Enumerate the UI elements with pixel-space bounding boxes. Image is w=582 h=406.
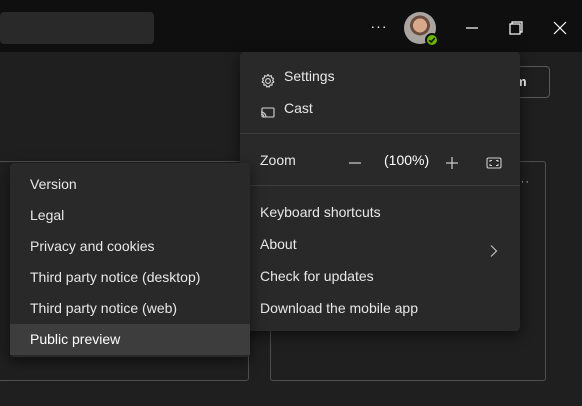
submenu-item-version[interactable]: Version <box>10 169 250 200</box>
submenu-item-privacy-and-cookies[interactable]: Privacy and cookies <box>10 231 250 262</box>
minimize-icon[interactable] <box>458 14 486 42</box>
menu-item-check-for-updates-label: Check for updates <box>260 268 374 284</box>
menu-item-keyboard-shortcuts-label: Keyboard shortcuts <box>260 204 381 220</box>
zoom-out-icon[interactable] <box>346 151 364 169</box>
avatar[interactable] <box>404 12 439 47</box>
menu-item-settings-label: Settings <box>284 68 335 84</box>
menu-item-cast[interactable]: Cast <box>240 92 520 124</box>
title-bar: ··· <box>0 0 582 52</box>
zoom-in-icon[interactable] <box>443 151 461 169</box>
fullscreen-icon[interactable] <box>485 151 503 169</box>
menu-item-check-for-updates[interactable]: Check for updates <box>240 260 520 292</box>
search-input[interactable] <box>0 12 154 44</box>
settings-and-more-menu: Settings Cast Zoom (100%) Keyboard short… <box>240 52 520 331</box>
menu-item-download-mobile-app-label: Download the mobile app <box>260 300 418 316</box>
submenu-item-third-party-desktop[interactable]: Third party notice (desktop) <box>10 262 250 293</box>
more-options-icon[interactable]: ··· <box>366 16 392 38</box>
menu-item-cast-label: Cast <box>284 100 313 116</box>
presence-available-icon <box>425 33 439 47</box>
submenu-item-public-preview[interactable]: Public preview <box>10 324 250 355</box>
zoom-label: Zoom <box>260 152 296 168</box>
menu-divider <box>240 133 520 134</box>
cast-icon <box>260 100 276 118</box>
zoom-level: (100%) <box>384 152 430 168</box>
submenu-item-legal[interactable]: Legal <box>10 200 250 231</box>
menu-item-download-mobile-app[interactable]: Download the mobile app <box>240 292 520 324</box>
gear-icon <box>260 68 276 88</box>
about-submenu: Version Legal Privacy and cookies Third … <box>10 163 250 357</box>
close-icon[interactable] <box>546 14 574 42</box>
restore-icon[interactable] <box>502 14 530 42</box>
menu-item-settings[interactable]: Settings <box>240 60 520 92</box>
menu-item-keyboard-shortcuts[interactable]: Keyboard shortcuts <box>240 196 520 228</box>
menu-divider <box>240 185 520 186</box>
menu-item-about-label: About <box>260 236 297 252</box>
submenu-item-third-party-web[interactable]: Third party notice (web) <box>10 293 250 324</box>
zoom-row: Zoom (100%) <box>240 144 520 176</box>
chevron-right-icon <box>488 237 500 257</box>
menu-item-about[interactable]: About <box>240 228 520 260</box>
